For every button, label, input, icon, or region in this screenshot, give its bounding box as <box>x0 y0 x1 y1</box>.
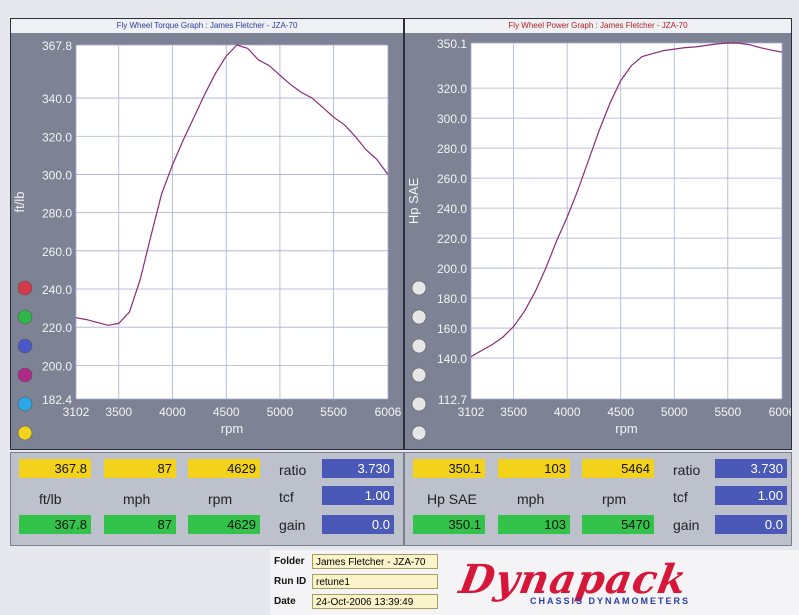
power-y-tick-label: 160.0 <box>437 322 467 336</box>
run-id-field: retune1 <box>312 574 438 589</box>
power-plot-area <box>471 43 782 399</box>
power-y-tick-label: 320.0 <box>437 82 467 96</box>
power-y-tick-label: 200.0 <box>437 262 467 276</box>
torque-gain-value: 0.0 <box>322 515 394 534</box>
power-tcf-label: tcf <box>673 489 688 505</box>
torque-x-tick-label: 3500 <box>105 405 132 419</box>
power-y-tick-label: 260.0 <box>437 172 467 186</box>
torque-peak-value: 367.8 <box>19 459 91 478</box>
torque-mph-label: mph <box>123 491 151 507</box>
power-x-tick-label: 3102 <box>458 405 485 419</box>
power-ratio-value: 3.730 <box>715 459 787 478</box>
torque-legend-dot <box>17 280 33 296</box>
power-y-tick-label: 300.0 <box>437 112 467 126</box>
power-rpm-label: rpm <box>602 491 627 507</box>
torque-stats-panel: 367.8 87 4629 ft/lb mph rpm 367.8 87 462… <box>10 452 404 546</box>
torque-ratio-value: 3.730 <box>322 459 394 478</box>
power-panel: Fly Wheel Power Graph : James Fletcher -… <box>404 18 792 450</box>
torque-chart-title: Fly Wheel Torque Graph : James Fletcher … <box>11 19 403 33</box>
power-current-rpm: 5470 <box>582 515 654 534</box>
torque-x-axis-label: rpm <box>221 421 243 436</box>
torque-y-tick-label: 260.0 <box>42 245 72 259</box>
folder-field: James Fletcher - JZA-70 <box>312 554 438 569</box>
power-chart: 3102 3500 4000 4500 5000 5500 6006 350.1 320.0 30… <box>406 37 791 441</box>
torque-y-tick-label: 340.0 <box>42 92 72 106</box>
power-tcf-value: 1.00 <box>715 486 787 505</box>
folder-label: Folder <box>274 556 305 567</box>
power-y-tick-label: 220.0 <box>437 232 467 246</box>
power-y-tick-label: 240.0 <box>437 202 467 216</box>
torque-legend-dot <box>17 396 33 412</box>
torque-tcf-label: tcf <box>279 489 294 505</box>
torque-peak-rpm: 4629 <box>188 459 260 478</box>
torque-legend-dot <box>17 425 33 441</box>
power-x-tick-label: 5000 <box>661 405 688 419</box>
power-y-tick-label: 112.7 <box>438 393 467 407</box>
run-id-label: Run ID <box>274 576 307 587</box>
power-current-value: 350.1 <box>413 515 485 534</box>
power-unit-label: Hp SAE <box>427 491 477 507</box>
torque-unit-label: ft/lb <box>39 491 62 507</box>
power-x-tick-label: 4500 <box>607 405 634 419</box>
torque-legend-dot <box>17 367 33 383</box>
torque-current-mph: 87 <box>104 515 176 534</box>
torque-x-tick-label: 5000 <box>267 405 294 419</box>
power-legend-dot <box>411 425 427 441</box>
torque-rpm-label: rpm <box>208 491 233 507</box>
torque-legend-dot <box>17 338 33 354</box>
power-gain-label: gain <box>673 517 700 533</box>
power-ratio-label: ratio <box>673 462 701 478</box>
power-legend-dot <box>411 367 427 383</box>
torque-y-tick-label: 367.8 <box>42 39 72 53</box>
torque-y-axis-label: ft/lb <box>12 192 27 213</box>
torque-y-tick-label: 240.0 <box>42 283 72 297</box>
power-x-tick-label: 3500 <box>500 405 527 419</box>
power-current-mph: 103 <box>498 515 570 534</box>
power-legend-dot <box>411 309 427 325</box>
power-x-tick-label: 4000 <box>554 405 581 419</box>
power-peak-mph: 103 <box>498 459 570 478</box>
date-label: Date <box>274 596 296 607</box>
power-x-tick-label: 6006 <box>769 405 791 419</box>
torque-y-tick-label: 320.0 <box>42 130 72 144</box>
power-x-tick-label: 5500 <box>714 405 741 419</box>
torque-gain-label: gain <box>279 517 306 533</box>
power-chart-title: Fly Wheel Power Graph : James Fletcher -… <box>405 19 791 33</box>
torque-x-tick-label: 4000 <box>159 405 186 419</box>
torque-chart: 3102 3500 4000 4500 5000 5500 6006 367.8 340.0 32… <box>12 39 402 441</box>
date-field: 24-Oct-2006 13:39:49 <box>312 594 438 609</box>
torque-y-tick-label: 300.0 <box>42 168 72 182</box>
power-x-axis-label: rpm <box>615 421 637 436</box>
power-peak-value: 350.1 <box>413 459 485 478</box>
torque-y-tick-label: 182.4 <box>42 393 72 407</box>
torque-peak-mph: 87 <box>104 459 176 478</box>
torque-x-tick-label: 4500 <box>213 405 240 419</box>
torque-x-tick-label: 5500 <box>320 405 347 419</box>
run-info-footer: Folder James Fletcher - JZA-70 Run ID re… <box>270 550 799 615</box>
torque-current-rpm: 4629 <box>188 515 260 534</box>
power-y-tick-label: 280.0 <box>437 142 467 156</box>
torque-y-tick-label: 220.0 <box>42 321 72 335</box>
power-y-tick-label: 140.0 <box>437 352 467 366</box>
torque-current-value: 367.8 <box>19 515 91 534</box>
torque-legend-dot <box>17 309 33 325</box>
power-legend-dot <box>411 338 427 354</box>
torque-tcf-value: 1.00 <box>322 486 394 505</box>
power-gain-value: 0.0 <box>715 515 787 534</box>
torque-x-tick-label: 3102 <box>63 405 90 419</box>
power-y-tick-label: 350.1 <box>437 37 467 51</box>
torque-panel: Fly Wheel Torque Graph : James Fletcher … <box>10 18 404 450</box>
torque-y-tick-label: 200.0 <box>42 359 72 373</box>
power-legend-dot <box>411 280 427 296</box>
power-peak-rpm: 5464 <box>582 459 654 478</box>
power-legend-dot <box>411 396 427 412</box>
power-y-axis-label: Hp SAE <box>406 178 421 225</box>
power-stats-panel: 350.1 103 5464 Hp SAE mph rpm 350.1 103 … <box>404 452 792 546</box>
torque-ratio-label: ratio <box>279 462 307 478</box>
dynapack-logo-subtitle: CHASSIS DYNAMOMETERS <box>530 596 691 606</box>
power-y-tick-label: 180.0 <box>437 292 467 306</box>
power-mph-label: mph <box>517 491 545 507</box>
torque-y-tick-label: 280.0 <box>42 207 72 221</box>
torque-x-tick-label: 6006 <box>375 405 402 419</box>
